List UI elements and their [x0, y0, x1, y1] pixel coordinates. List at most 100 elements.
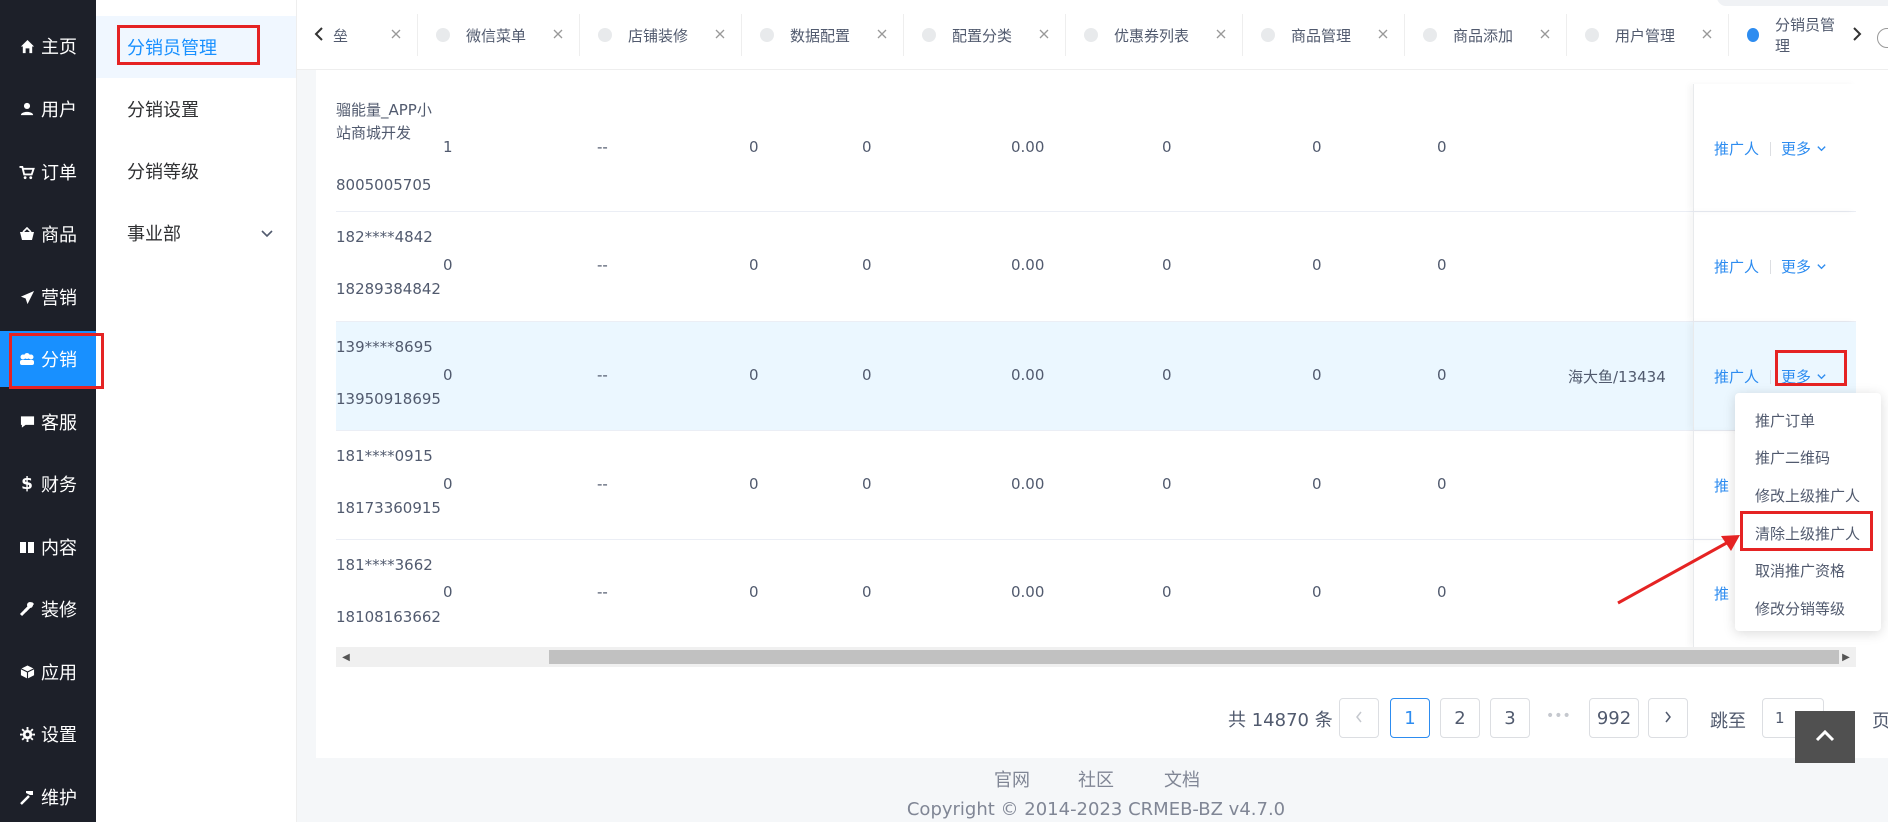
main-menu-item-finance[interactable]: $ 财务	[0, 456, 96, 512]
more-dropdown-trigger[interactable]: 更多	[1781, 138, 1827, 159]
cell-withdraw-count: 0	[1312, 366, 1322, 384]
tab-status-dot	[760, 28, 774, 42]
sub-menu-label: 分销等级	[127, 162, 199, 183]
main-menu-item-service[interactable]: 客服	[0, 394, 96, 450]
main-menu-item-product[interactable]: 商品	[0, 206, 96, 262]
next-page-button[interactable]	[1648, 698, 1688, 738]
close-icon[interactable]	[1214, 27, 1228, 41]
more-dropdown-trigger[interactable]: 更多	[1781, 256, 1827, 277]
cell-order-amount: 0	[862, 256, 872, 274]
sub-menu-item-distribution-settings[interactable]: 分销设置	[96, 78, 296, 140]
main-menu-label: 营销	[41, 288, 77, 309]
action-divider	[1770, 260, 1771, 274]
chevron-down-icon	[1817, 264, 1826, 270]
table-horizontal-scrollbar[interactable]: ◀ ▶	[336, 647, 1856, 667]
cell-commission: 0.00	[1011, 583, 1045, 601]
main-menu-item-decoration[interactable]: 装修	[0, 581, 96, 637]
cell-promoter-count: 0	[443, 366, 453, 384]
scrollbar-thumb[interactable]	[549, 650, 1839, 664]
header-search[interactable]	[1717, 0, 1888, 6]
promoter-link[interactable]: 推广人	[1714, 366, 1759, 387]
tab-data-config[interactable]: 数据配置	[742, 14, 904, 56]
promoter-link[interactable]: 推广人	[1714, 138, 1759, 159]
tab-config-category[interactable]: 配置分类	[904, 14, 1066, 56]
table-row-selected: 139****8695 13950918695 0 -- 0 0 0.00 0 …	[336, 322, 1856, 431]
cell-commission: 0.00	[1011, 366, 1045, 384]
main-menu-label: 设置	[41, 725, 77, 746]
main-menu-item-apps[interactable]: 应用	[0, 644, 96, 700]
cell-promoter-count: 0	[443, 583, 453, 601]
page-1-button[interactable]: 1	[1390, 698, 1430, 738]
main-menu-item-content[interactable]: 内容	[0, 519, 96, 575]
cell-order-count: 0	[749, 583, 759, 601]
sub-menu-item-division[interactable]: 事业部	[96, 202, 296, 264]
tab-status-dot	[598, 28, 612, 42]
cell-superior-promoter: 海大鱼/13434	[1568, 368, 1666, 386]
main-menu-item-user[interactable]: 用户	[0, 81, 96, 137]
main-menu-item-home[interactable]: 主页	[0, 18, 96, 74]
copyright: Copyright © 2014-2023 CRMEB-BZ v4.7.0	[906, 799, 1286, 820]
dropdown-item-edit-level[interactable]: 修改分销等级	[1755, 598, 1845, 619]
scroll-right-arrow-icon[interactable]: ▶	[1840, 651, 1852, 663]
tab-status-dot	[1084, 28, 1098, 42]
footer-link-community[interactable]: 社区	[1078, 766, 1114, 792]
main-menu-item-order[interactable]: 订单	[0, 144, 96, 200]
close-icon[interactable]	[875, 27, 889, 41]
main-menu: 主页 用户 订单 商品 营销 分销 客服 $ 财务 内容 装修 应用 设置 维护	[0, 0, 96, 822]
main-menu-label: 财务	[41, 475, 77, 496]
tabs-scroll-left-button[interactable]	[301, 18, 337, 54]
tab-product-add[interactable]: 商品添加	[1405, 14, 1567, 56]
promoter-link[interactable]: 推广人	[1714, 256, 1759, 277]
close-icon[interactable]	[1700, 27, 1714, 41]
tab-wechat-menu[interactable]: 微信菜单	[418, 14, 580, 56]
promoter-link-partial[interactable]: 推	[1714, 475, 1729, 496]
dropdown-item-cancel-qualification[interactable]: 取消推广资格	[1755, 560, 1845, 581]
tabs-scroll-right-button[interactable]	[1839, 18, 1875, 54]
cell-order-amount: 0	[862, 366, 872, 384]
page-last-button[interactable]: 992	[1589, 698, 1639, 738]
back-to-top-button[interactable]	[1795, 711, 1855, 763]
cell-unwithdrawn: 0	[1437, 256, 1447, 274]
main-menu-label: 装修	[41, 600, 77, 621]
scroll-left-arrow-icon[interactable]: ◀	[340, 651, 352, 663]
user-icon	[19, 101, 35, 117]
annotation-box-submenu	[117, 25, 260, 65]
action-divider	[1770, 370, 1771, 384]
sub-menu-label: 事业部	[127, 224, 181, 245]
pagination-ellipsis[interactable]: •••	[1546, 708, 1571, 724]
tab-distributor-manage[interactable]: 分销员管理	[1729, 14, 1839, 56]
close-icon[interactable]	[389, 27, 403, 41]
dropdown-item-promotion-orders[interactable]: 推广订单	[1755, 410, 1815, 431]
close-icon[interactable]	[551, 27, 565, 41]
main-menu-item-marketing[interactable]: 营销	[0, 269, 96, 325]
chevron-right-icon	[1851, 26, 1863, 46]
action-divider	[1770, 142, 1771, 156]
annotation-box-clear-superior	[1740, 511, 1873, 551]
tabs-menu-icon[interactable]	[1877, 28, 1888, 48]
dropdown-item-promotion-qrcode[interactable]: 推广二维码	[1755, 447, 1830, 468]
dropdown-item-edit-superior[interactable]: 修改上级推广人	[1755, 485, 1860, 506]
cell-order-count: 0	[749, 138, 759, 156]
page-2-button[interactable]: 2	[1440, 698, 1480, 738]
tab-clipped[interactable]: 垒	[333, 14, 418, 56]
footer-link-official[interactable]: 官网	[994, 766, 1030, 792]
close-icon[interactable]	[713, 27, 727, 41]
tab-product-manage[interactable]: 商品管理	[1243, 14, 1405, 56]
cell-level: --	[597, 256, 608, 274]
close-icon[interactable]	[1037, 27, 1051, 41]
row-actions: 推广人 更多	[1693, 212, 1856, 321]
cell-withdrawn: 0	[1162, 583, 1172, 601]
main-menu-item-settings[interactable]: 设置	[0, 706, 96, 762]
cell-order-amount: 0	[862, 475, 872, 493]
tab-user-manage[interactable]: 用户管理	[1567, 14, 1729, 56]
cell-order-amount: 0	[862, 138, 872, 156]
page-3-button[interactable]: 3	[1490, 698, 1530, 738]
close-icon[interactable]	[1538, 27, 1552, 41]
sub-menu-item-distribution-level[interactable]: 分销等级	[96, 140, 296, 202]
footer-link-docs[interactable]: 文档	[1164, 766, 1200, 792]
tab-coupon-list[interactable]: 优惠券列表	[1066, 14, 1243, 56]
close-icon[interactable]	[1376, 27, 1390, 41]
tab-shop-decoration[interactable]: 店铺装修	[580, 14, 742, 56]
prev-page-button[interactable]	[1339, 698, 1379, 738]
cart-icon	[19, 164, 35, 180]
